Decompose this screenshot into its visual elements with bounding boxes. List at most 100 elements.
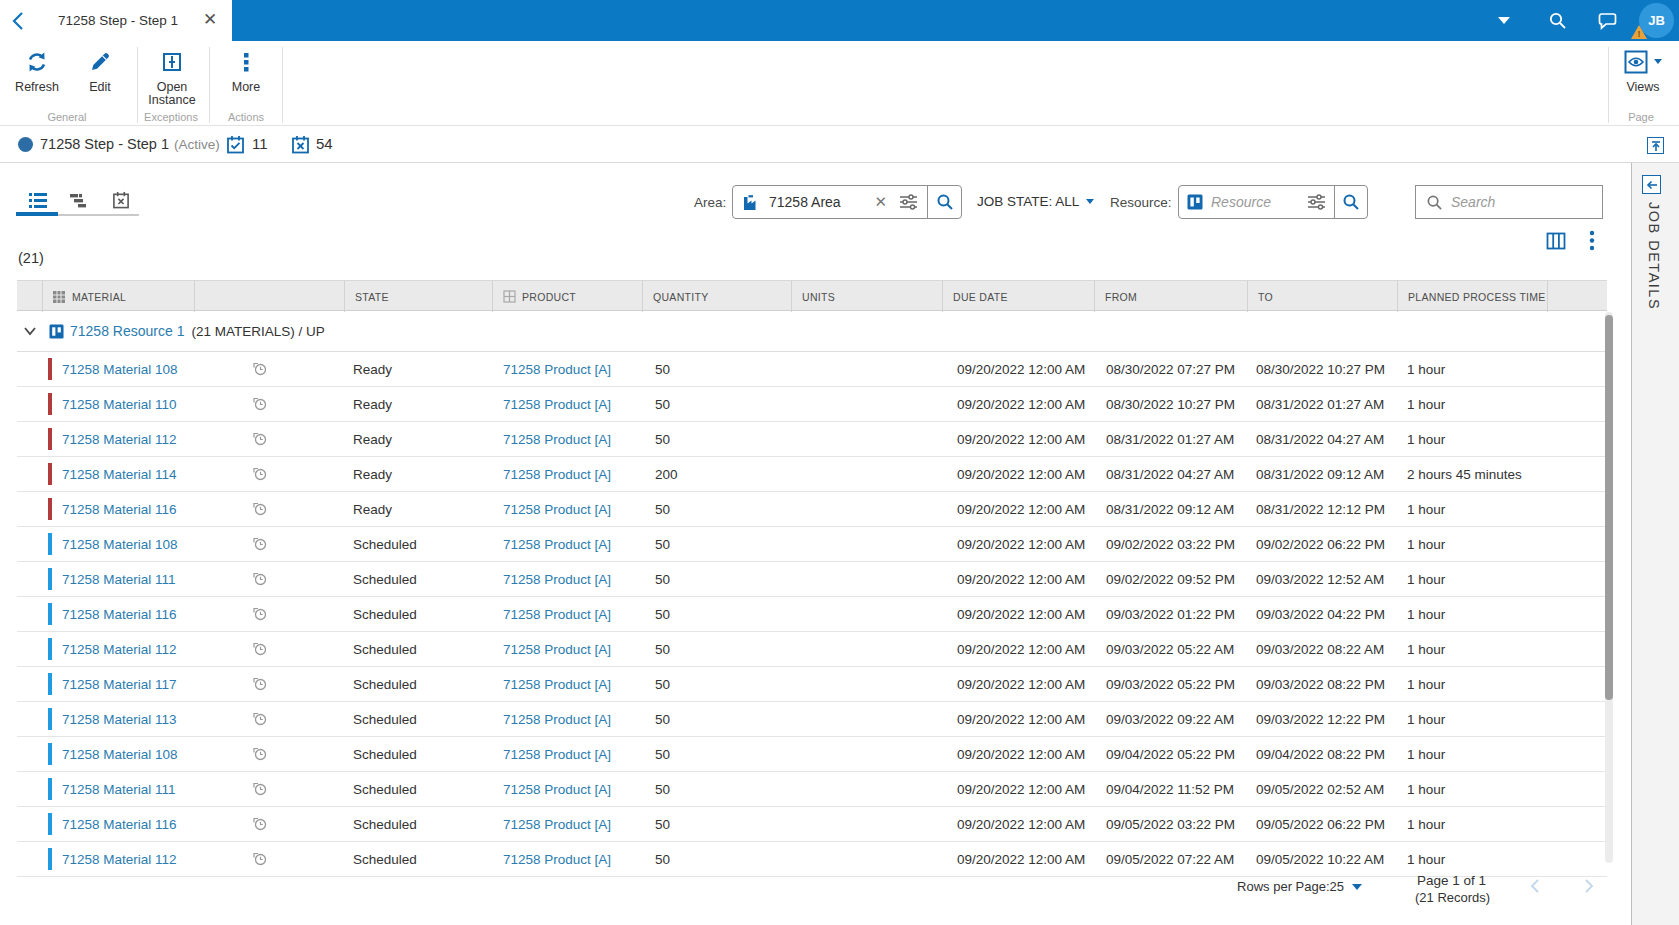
material-link[interactable]: 71258 Material 117: [62, 677, 177, 692]
material-link[interactable]: 71258 Material 113: [62, 712, 177, 727]
tab-title[interactable]: 71258 Step - Step 1: [58, 0, 178, 41]
material-link[interactable]: 71258 Material 108: [62, 747, 178, 762]
back-icon[interactable]: [12, 11, 24, 31]
product-link[interactable]: 71258 Product [A]: [503, 782, 611, 797]
rows-per-page-caret-icon[interactable]: [1352, 884, 1362, 890]
columns-icon[interactable]: [1546, 231, 1566, 251]
table-row[interactable]: 71258 Material 116 Scheduled 71258 Produ…: [17, 597, 1607, 632]
resource-search-button[interactable]: [1335, 193, 1367, 211]
table-row[interactable]: 71258 Material 111 Scheduled 71258 Produ…: [17, 772, 1607, 807]
material-link[interactable]: 71258 Material 108: [62, 537, 178, 552]
table-row[interactable]: 71258 Material 108 Scheduled 71258 Produ…: [17, 737, 1607, 772]
from-cell: 09/04/2022 11:52 PM: [1095, 782, 1248, 797]
table-body: 71258 Material 108 Ready 71258 Product […: [17, 352, 1607, 877]
job-details-label[interactable]: JOB DETAILS: [1646, 202, 1662, 310]
product-link[interactable]: 71258 Product [A]: [503, 852, 611, 867]
product-link[interactable]: 71258 Product [A]: [503, 747, 611, 762]
table-row[interactable]: 71258 Material 108 Scheduled 71258 Produ…: [17, 527, 1607, 562]
tab-gantt-view-icon[interactable]: [70, 192, 88, 209]
expand-panel-icon[interactable]: [1642, 175, 1661, 194]
material-link[interactable]: 71258 Material 112: [62, 852, 177, 867]
open-instance-button[interactable]: Open Instance: [137, 50, 207, 107]
prev-page-icon[interactable]: [1528, 878, 1542, 894]
product-link[interactable]: 71258 Product [A]: [503, 537, 611, 552]
chat-icon[interactable]: [1595, 0, 1619, 41]
more-button[interactable]: More: [221, 50, 271, 94]
product-link[interactable]: 71258 Product [A]: [503, 712, 611, 727]
views-button[interactable]: Views: [1620, 50, 1666, 94]
open-instance-icon: [160, 50, 184, 74]
table-row[interactable]: 71258 Material 117 Scheduled 71258 Produ…: [17, 667, 1607, 702]
group-row[interactable]: 71258 Resource 1 (21 MATERIALS) / UP: [17, 311, 1607, 352]
planned-time-cell: 1 hour: [1398, 712, 1548, 727]
col-units[interactable]: UNITS: [792, 281, 943, 312]
table-row[interactable]: 71258 Material 113 Scheduled 71258 Produ…: [17, 702, 1607, 737]
edit-button[interactable]: Edit: [75, 50, 125, 94]
quantity-cell: 50: [643, 502, 792, 517]
resource-filter-input[interactable]: Resource: [1178, 185, 1368, 219]
product-link[interactable]: 71258 Product [A]: [503, 467, 611, 482]
material-link[interactable]: 71258 Material 116: [62, 817, 177, 832]
col-state[interactable]: STATE: [345, 281, 493, 312]
material-link[interactable]: 71258 Material 111: [62, 572, 176, 587]
col-to[interactable]: TO: [1248, 281, 1398, 312]
material-link[interactable]: 71258 Material 111: [62, 782, 176, 797]
table-row[interactable]: 71258 Material 114 Ready 71258 Product […: [17, 457, 1607, 492]
clear-icon[interactable]: ✕: [874, 193, 887, 211]
table-row[interactable]: 71258 Material 111 Scheduled 71258 Produ…: [17, 562, 1607, 597]
tab-calendar-view-icon[interactable]: [112, 191, 130, 209]
state-cell: Scheduled: [345, 852, 493, 867]
table-row[interactable]: 71258 Material 110 Ready 71258 Product […: [17, 387, 1607, 422]
product-link[interactable]: 71258 Product [A]: [503, 677, 611, 692]
chevron-down-icon[interactable]: [1494, 0, 1514, 41]
product-link[interactable]: 71258 Product [A]: [503, 642, 611, 657]
table-row[interactable]: 71258 Material 112 Ready 71258 Product […: [17, 422, 1607, 457]
kebab-menu-icon[interactable]: [1587, 230, 1597, 252]
area-search-button[interactable]: [928, 193, 961, 211]
col-icon[interactable]: [195, 281, 345, 312]
col-from[interactable]: FROM: [1095, 281, 1248, 312]
material-link[interactable]: 71258 Material 116: [62, 502, 177, 517]
area-filter-input[interactable]: 71258 Area ✕: [732, 185, 962, 219]
product-link[interactable]: 71258 Product [A]: [503, 817, 611, 832]
table-row[interactable]: 71258 Material 112 Scheduled 71258 Produ…: [17, 842, 1607, 877]
tab-close-icon[interactable]: ✕: [198, 0, 222, 41]
tab-list-view-icon[interactable]: [29, 192, 47, 209]
next-page-icon[interactable]: [1582, 878, 1596, 894]
product-link[interactable]: 71258 Product [A]: [503, 432, 611, 447]
planned-time-cell: 1 hour: [1398, 782, 1548, 797]
collapse-chevron-icon[interactable]: [23, 325, 37, 337]
table-row[interactable]: 71258 Material 112 Scheduled 71258 Produ…: [17, 632, 1607, 667]
search-input[interactable]: Search: [1415, 185, 1603, 219]
group-resource-link[interactable]: 71258 Resource 1: [70, 323, 184, 339]
table-row[interactable]: 71258 Material 108 Ready 71258 Product […: [17, 352, 1607, 387]
material-link[interactable]: 71258 Material 112: [62, 432, 177, 447]
col-planned-process-time[interactable]: PLANNED PROCESS TIME: [1398, 281, 1548, 312]
col-quantity[interactable]: QUANTITY: [643, 281, 792, 312]
filter-settings-icon[interactable]: [899, 193, 918, 211]
material-link[interactable]: 71258 Material 108: [62, 362, 178, 377]
product-link[interactable]: 71258 Product [A]: [503, 572, 611, 587]
search-icon[interactable]: [1546, 0, 1568, 41]
table-row[interactable]: 71258 Material 116 Scheduled 71258 Produ…: [17, 807, 1607, 842]
material-link[interactable]: 71258 Material 112: [62, 642, 177, 657]
product-link[interactable]: 71258 Product [A]: [503, 502, 611, 517]
group-label-page: Page: [1611, 111, 1671, 123]
product-link[interactable]: 71258 Product [A]: [503, 362, 611, 377]
col-product[interactable]: PRODUCT: [493, 281, 643, 312]
material-link[interactable]: 71258 Material 110: [62, 397, 177, 412]
scrollbar-thumb[interactable]: [1605, 315, 1613, 700]
product-link[interactable]: 71258 Product [A]: [503, 607, 611, 622]
expand-up-icon[interactable]: [1647, 137, 1664, 154]
refresh-button[interactable]: Refresh: [12, 50, 62, 94]
job-state-filter[interactable]: JOB STATE: ALL: [977, 194, 1094, 209]
product-link[interactable]: 71258 Product [A]: [503, 397, 611, 412]
col-material[interactable]: MATERIAL: [43, 281, 195, 312]
material-link[interactable]: 71258 Material 116: [62, 607, 177, 622]
filter-settings-icon[interactable]: [1307, 193, 1326, 211]
to-cell: 09/05/2022 06:22 PM: [1248, 817, 1398, 832]
material-link[interactable]: 71258 Material 114: [62, 467, 177, 482]
col-due-date[interactable]: DUE DATE: [943, 281, 1095, 312]
table-row[interactable]: 71258 Material 116 Ready 71258 Product […: [17, 492, 1607, 527]
rows-per-page[interactable]: Rows per Page:25: [1236, 879, 1344, 894]
